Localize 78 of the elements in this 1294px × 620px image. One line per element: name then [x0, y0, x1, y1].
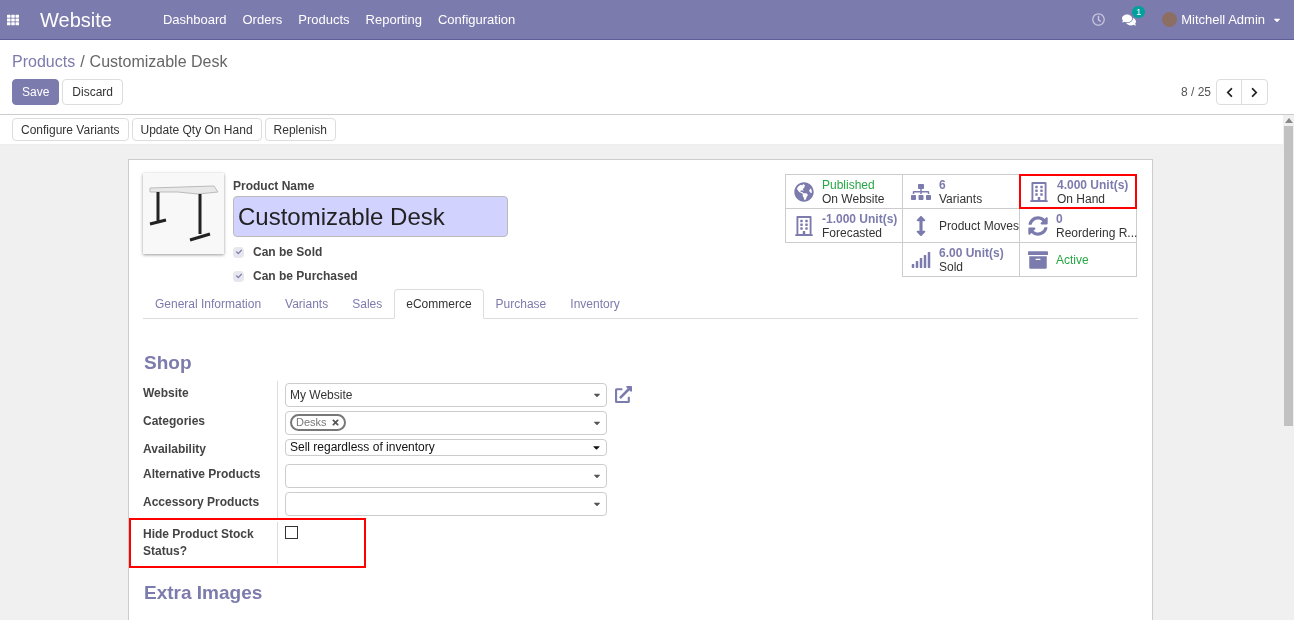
field-label: Alternative Products	[143, 465, 262, 483]
nav-menu-item[interactable]: Configuration	[429, 9, 524, 30]
building-icon	[794, 215, 814, 236]
field-label: Categories	[143, 412, 207, 430]
stat-label: Variants	[939, 191, 983, 206]
breadcrumb-current: Customizable Desk	[89, 53, 228, 70]
action-button[interactable]: Configure Variants	[12, 118, 129, 141]
stat-value: Published	[822, 177, 876, 192]
select-field[interactable]	[285, 463, 607, 488]
stat-button[interactable]: 4.000 Unit(s) On Hand	[1019, 174, 1137, 209]
action-button[interactable]: Replenish	[264, 118, 336, 141]
tab[interactable]: Inventory	[558, 289, 632, 319]
stat-value: -1.000 Unit(s)	[822, 211, 898, 226]
checkbox-label: Can be Sold	[253, 244, 323, 261]
checkbox[interactable]	[233, 246, 244, 258]
checkbox[interactable]	[285, 525, 298, 539]
chevron-right-icon	[1249, 86, 1260, 98]
message-count-badge: 1	[1132, 5, 1146, 18]
nav-menu-item[interactable]: Dashboard	[154, 9, 235, 30]
tab[interactable]: eCommerce	[394, 289, 484, 319]
stat-button[interactable]: Active	[1019, 242, 1137, 277]
chat-icon[interactable]	[1122, 12, 1137, 27]
field-label: Accessory Products	[143, 493, 261, 511]
stat-button[interactable]: 6.00 Unit(s) Sold	[902, 242, 1020, 277]
refresh-icon	[1028, 215, 1048, 236]
pager-value: 8 / 25	[1180, 84, 1211, 101]
remove-icon[interactable]	[330, 418, 340, 427]
section-title: Shop	[144, 351, 193, 375]
stat-value: 6	[939, 177, 947, 192]
save-button[interactable]: Save	[12, 79, 60, 105]
discard-button[interactable]: Discard	[62, 79, 124, 105]
stat-label: On Hand	[1057, 191, 1106, 206]
section-title: Extra Images	[144, 581, 264, 604]
stat-label: Forecasted	[822, 225, 883, 240]
tab[interactable]: Variants	[273, 289, 341, 319]
tags-field[interactable]: Desks	[285, 410, 607, 435]
tab[interactable]: Purchase	[483, 289, 559, 319]
scrollbar[interactable]	[1283, 115, 1294, 620]
stat-button[interactable]: -1.000 Unit(s) Forecasted	[785, 208, 903, 243]
stat-label: Reordering R...	[1056, 225, 1138, 240]
sitemap-icon	[911, 181, 931, 202]
nav-menu-item[interactable]: Reporting	[357, 9, 430, 30]
select-field[interactable]: Sell regardless of inventory	[285, 438, 607, 456]
action-button[interactable]: Update Qty On Hand	[131, 118, 262, 141]
breadcrumb-separator: /	[80, 53, 85, 70]
stat-value: 6.00 Unit(s)	[939, 245, 1004, 260]
app-title: Website	[40, 7, 112, 33]
avatar	[1162, 12, 1178, 27]
clock-icon[interactable]	[1092, 13, 1106, 26]
stat-value: Active	[1056, 252, 1089, 267]
globe-icon	[794, 181, 814, 202]
product-name-input[interactable]: Customizable Desk	[233, 196, 508, 237]
checkbox-label: Can be Purchased	[253, 268, 358, 285]
nav-menu-item[interactable]: Products	[290, 9, 358, 30]
tag-chip[interactable]: Desks	[290, 414, 346, 431]
user-menu[interactable]: Mitchell Admin	[1181, 9, 1282, 30]
tab[interactable]: General Information	[143, 289, 274, 319]
field-label: Hide Product Stock Status?	[143, 525, 255, 560]
stat-value: 0	[1056, 211, 1064, 226]
select-field[interactable]: My Website	[285, 382, 607, 407]
stat-label: Product Moves	[939, 218, 1020, 233]
nav-menu-item[interactable]: Orders	[234, 9, 291, 30]
tab[interactable]: Sales	[340, 289, 395, 319]
bars-icon	[911, 249, 931, 270]
select-field[interactable]	[285, 491, 607, 516]
external-link-icon[interactable]	[615, 386, 632, 403]
stat-label: Sold	[939, 259, 965, 274]
building-icon	[1029, 181, 1049, 202]
field-label: Availability	[143, 440, 207, 458]
checkbox[interactable]	[233, 270, 244, 282]
archive-box-icon	[1028, 249, 1048, 270]
stat-value: 4.000 Unit(s)	[1057, 177, 1129, 192]
stat-label: On Website	[822, 191, 885, 206]
field-label: Website	[143, 384, 190, 402]
breadcrumb-link[interactable]: Products	[12, 53, 76, 70]
apps-menu-icon[interactable]	[7, 13, 19, 26]
field-label: Product Name	[233, 178, 316, 195]
stat-button[interactable]: Published On Website	[785, 174, 903, 209]
